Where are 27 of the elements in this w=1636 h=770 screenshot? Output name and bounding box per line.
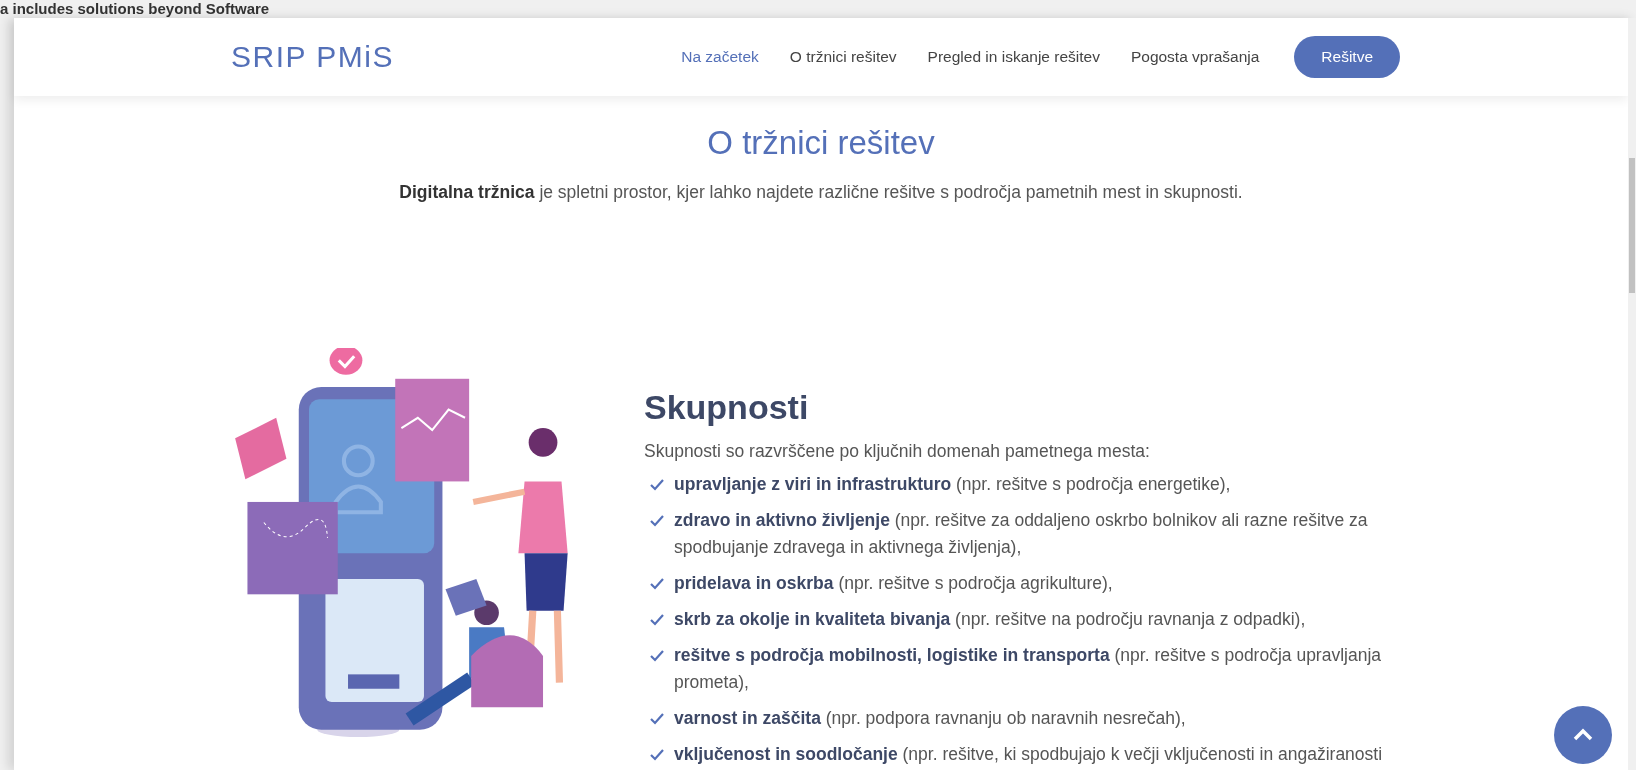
section-lead-text: Skupnosti so razvrščene po ključnih domenah pametnega mesta:: [644, 441, 1151, 462]
list-item-text: skrb za okolje in kvaliteta bivanja (npr. rešitve na področju ravnanja z odpadki),: [674, 608, 1306, 631]
check-icon: [650, 515, 664, 527]
site-logo[interactable]: SRIP PMiS: [231, 40, 394, 74]
scrollbar-thumb[interactable]: [1629, 158, 1635, 293]
list-item-text: upravljanje z viri in infrastrukturo (npr. rešitve s področja energetike),: [674, 473, 1231, 496]
nav-link[interactable]: Na začetek: [681, 48, 759, 66]
check-icon: [650, 650, 664, 662]
nav-link[interactable]: Pogosta vprašanja: [1130, 48, 1260, 66]
background-page-heading: a includes solutions beyond Software: [0, 0, 270, 17]
page-title: O tržnici rešitev: [706, 124, 936, 162]
check-icon: [650, 578, 664, 590]
list-item-text: zdravo in aktivno življenje (npr. rešitve za oddaljeno oskrbo bolnikov ali razne rešitve za spodbujanje zdravega in aktivnega življenja),: [674, 509, 1369, 559]
check-icon: [650, 479, 664, 491]
section-heading: Skupnosti: [644, 388, 810, 427]
intro-text: Digitalna tržnica je spletni prostor, kjer lahko najdete različne rešitve s področja pametnih mest in skupnosti.: [398, 182, 1244, 203]
list-item-text: vključenost in soodločanje (npr. rešitve, ki spodbujajo k večji vključenosti in angažiranosti: [674, 743, 1383, 766]
check-icon: [650, 713, 664, 725]
nav-link[interactable]: O tržnici rešitev: [789, 48, 897, 66]
solutions-button[interactable]: Rešitve: [1294, 36, 1400, 78]
list-item-text: rešitve s področja mobilnosti, logistike in transporta (npr. rešitve s področja upravljanja prometa),: [674, 644, 1383, 694]
list-item-text: varnost in zaščita (npr. podpora ravnanju ob naravnih nesrečah),: [674, 707, 1186, 730]
chevron-up-icon: [1572, 728, 1594, 742]
nav-link[interactable]: Pregled in iskanje rešitev: [927, 48, 1100, 66]
check-icon: [650, 749, 664, 761]
list-item-text: pridelava in oskrba (npr. rešitve s področja agrikulture),: [674, 572, 1113, 595]
check-icon: [650, 614, 664, 626]
